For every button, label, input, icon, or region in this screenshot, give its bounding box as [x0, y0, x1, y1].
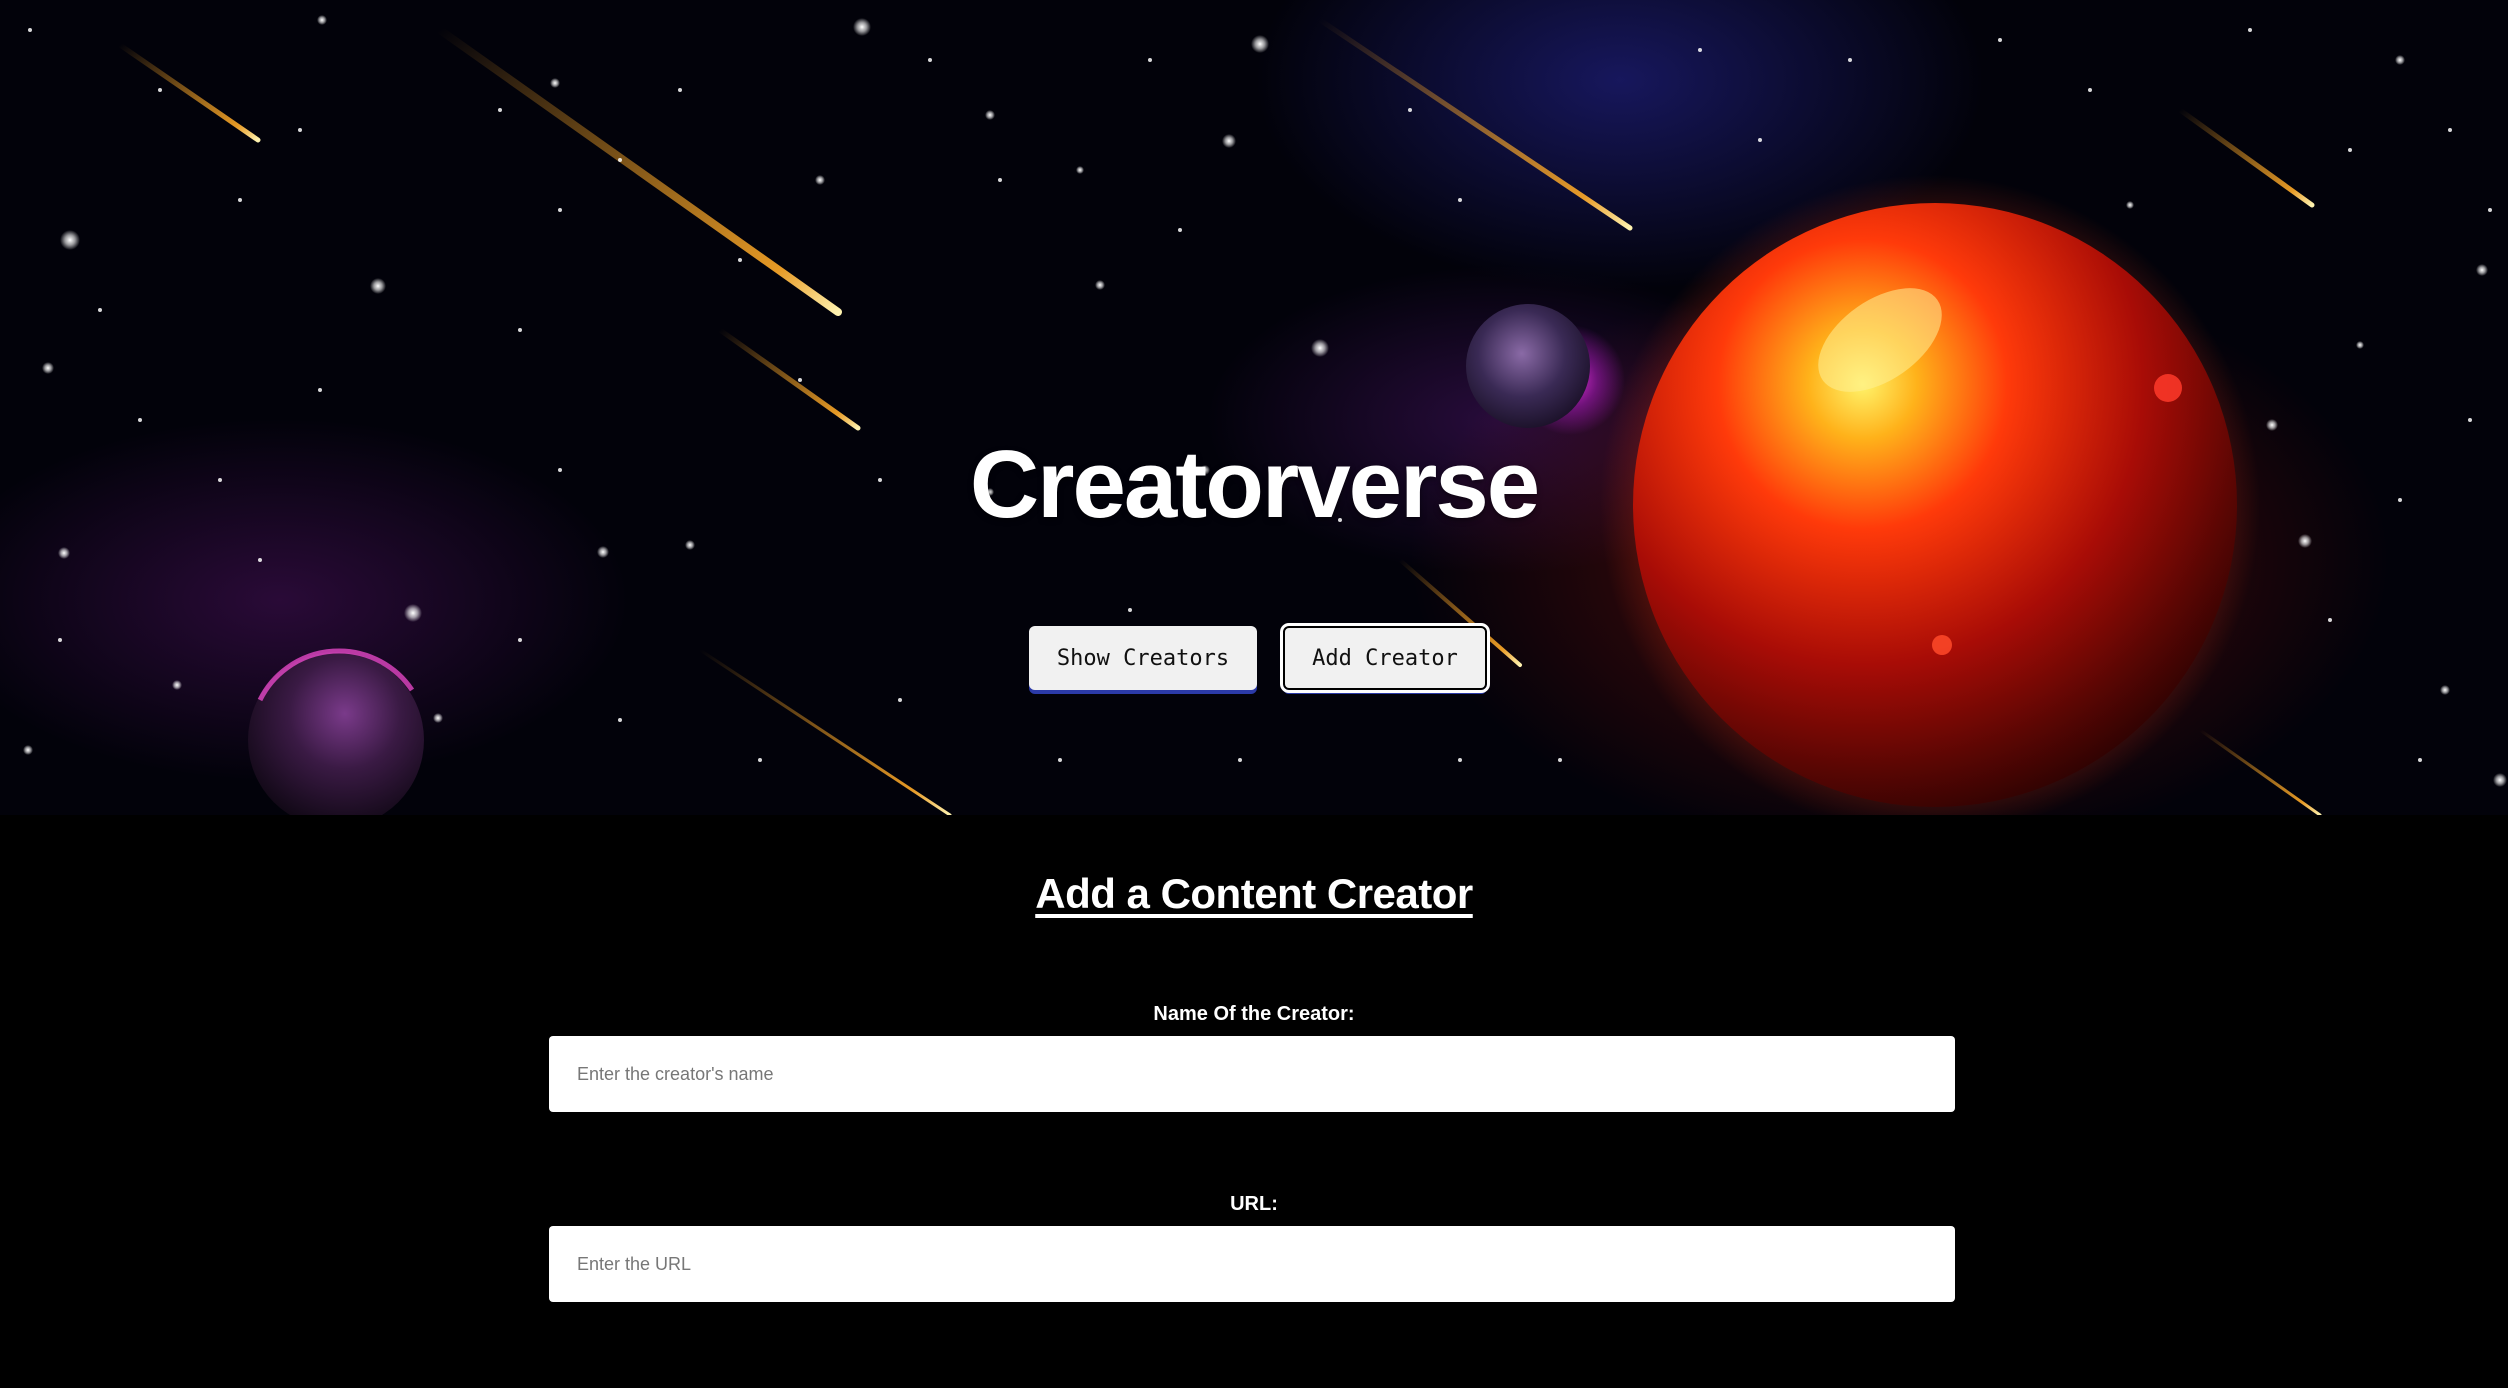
- show-creators-button[interactable]: Show Creators: [1029, 626, 1257, 690]
- creator-name-input[interactable]: [549, 1036, 1955, 1112]
- small-purple-planet: [1466, 304, 1590, 428]
- nav-button-group: Show Creators Add Creator: [0, 623, 2508, 693]
- name-field-label: Name Of the Creator:: [1153, 1003, 1355, 1025]
- form-heading: Add a Content Creator: [1035, 870, 1473, 917]
- url-input[interactable]: [549, 1226, 1955, 1302]
- add-creator-button[interactable]: Add Creator: [1280, 623, 1490, 693]
- hero-banner: Creatorverse Show Creators Add Creator: [0, 0, 2508, 815]
- url-field-label: URL:: [1230, 1193, 1278, 1215]
- page-title: Creatorverse: [969, 431, 1540, 538]
- space-background-image: [23, 15, 2507, 815]
- add-creator-form: Add a Content Creator Name Of the Creato…: [0, 815, 2508, 1388]
